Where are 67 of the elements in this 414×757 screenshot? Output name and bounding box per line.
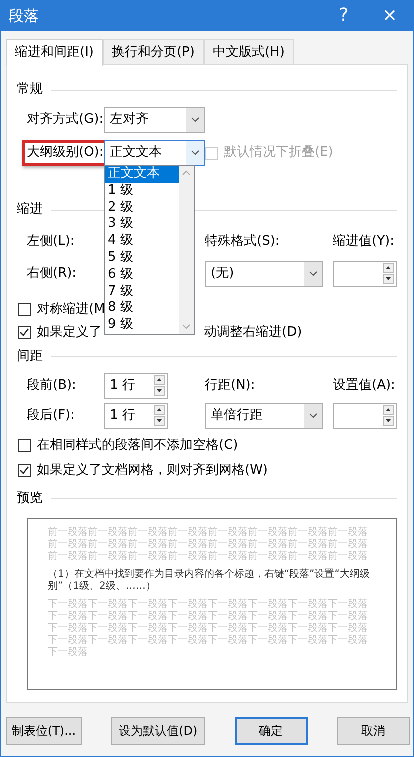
field-label: 段后(F): (27, 406, 76, 425)
spin-down-icon[interactable] (383, 274, 394, 284)
spin-up-icon[interactable] (154, 405, 165, 415)
dropdown-item[interactable]: 正文文本 (105, 166, 179, 183)
preview-text: （1）在文档中找到要作为目录内容的各个标题，右键“段落”设置“大纲级别”（1级、2级、……） (48, 568, 371, 592)
chevron-down-icon (190, 117, 200, 123)
chevron-down-icon (308, 412, 318, 418)
preview-text: 前一段落前一段落前一段落前一段落前一段落前一段落前一段落前一段落前一段落前一段落前一段落前一段落前一段落前一段落前一段落前一段落前一段落前一段落前一段落前一段落前一段落前一段落前一段落前一段落 (48, 526, 369, 562)
outline-level-select[interactable]: 正文文本 (104, 140, 205, 166)
tab[interactable]: 中文版式(H) (204, 39, 294, 65)
spin-down-icon[interactable] (154, 386, 165, 396)
spin-field[interactable] (333, 260, 397, 286)
line-spacing-select[interactable]: 单倍行距 (205, 402, 323, 428)
dropdown-item[interactable]: 1 级 (105, 182, 179, 200)
tab[interactable]: 换行和分页(P) (102, 39, 204, 65)
checkbox[interactable] (18, 464, 31, 477)
checkbox[interactable] (18, 439, 31, 452)
spin-up-icon[interactable] (154, 375, 165, 385)
alignment-select[interactable]: 左对齐 (104, 107, 205, 133)
spin-up-icon[interactable] (383, 405, 394, 415)
field-label: 缩进值(Y): (333, 233, 396, 251)
checkbox[interactable] (18, 303, 31, 316)
section-heading: 间距 (17, 348, 43, 366)
chevron-down-icon (190, 150, 200, 156)
preview-text: 下一段落下一段落下一段落下一段落下一段落下一段落下一段落下一段落下一段落下一段落下一段落下一段落下一段落下一段落下一段落下一段落下一段落下一段落下一段落下一段落下一段落下一段落下一段落下一段落下一段落下一段落下一段落下一段落下一段落下一段落下一段落下一段落下一段落 (48, 598, 369, 658)
dropdown-item[interactable]: 7 级 (105, 284, 179, 300)
field-label: 特殊格式(S): (205, 233, 281, 251)
checkbox-label: 在相同样式的段落间不添加空格(C) (37, 436, 238, 455)
section-heading: 预览 (17, 490, 43, 508)
spin-up-icon[interactable] (383, 263, 394, 273)
spin-field[interactable]: 1 行 (104, 372, 168, 398)
dropdown-item[interactable]: 8 级 (105, 300, 179, 318)
dropdown-item[interactable]: 3 级 (105, 216, 179, 234)
spin-field[interactable]: 1 行 (104, 402, 168, 428)
special-select[interactable]: (无) (205, 260, 323, 286)
chevron-down-icon (308, 270, 318, 276)
spin-field[interactable] (333, 402, 397, 428)
checkbox[interactable] (18, 326, 31, 339)
window-title: 段落 (9, 6, 40, 27)
dialog-button[interactable]: 制表位(T)... (6, 717, 82, 745)
checkbox-label: 如果定义了文档网格，则对齐到网格(W) (37, 462, 268, 480)
field-label: 对齐方式(G): (27, 111, 104, 130)
dialog-button[interactable]: 确定 (234, 717, 308, 745)
field-label: 右侧(R): (27, 264, 78, 283)
dropdown-item[interactable]: 5 级 (105, 250, 179, 267)
section-heading: 缩进 (17, 201, 43, 220)
checkbox-label: 动调整右缩进(D) (204, 324, 302, 342)
section-heading: 常规 (17, 81, 43, 100)
tab[interactable]: 缩进和间距(I) (6, 39, 103, 66)
dropdown-item[interactable]: 9 级 (105, 317, 179, 334)
checkbox-label: 对称缩进(M (37, 300, 106, 319)
spin-down-icon[interactable] (154, 416, 165, 426)
dialog-button[interactable]: 设为默认值(D) (111, 717, 206, 745)
close-button[interactable]: × (367, 1, 413, 31)
spin-down-icon[interactable] (383, 416, 394, 426)
dropdown-item[interactable]: 2 级 (105, 200, 179, 216)
dropdown-list[interactable]: 正文文本 1 级 2 级 3 级 4 级 5 级 6 级 7 级 8 级 9 级 (104, 165, 195, 335)
checkbox-label: 如果定义了 (37, 324, 102, 342)
dropdown-item[interactable]: 4 级 (105, 233, 179, 250)
dropdown-item[interactable]: 6 级 (105, 266, 179, 284)
field-label: 设置值(A): (333, 376, 396, 395)
field-label: 行距(N): (205, 376, 256, 395)
field-label: 段前(B): (27, 376, 78, 395)
dialog-button[interactable]: 取消 (336, 717, 410, 745)
help-button[interactable]: ? (321, 1, 367, 31)
field-label: 左侧(L): (27, 233, 76, 251)
checkbox-label: 默认情况下折叠(E) (224, 144, 334, 162)
